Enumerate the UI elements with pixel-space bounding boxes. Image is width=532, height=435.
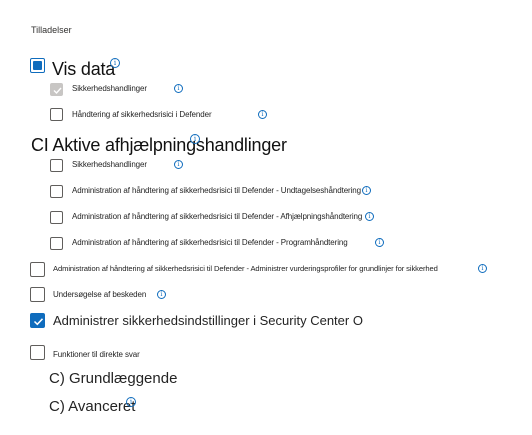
exception-handling-label: Administration af håndtering af sikkerhe… — [72, 186, 361, 195]
investigate-messages-checkbox[interactable] — [30, 287, 45, 302]
manage-security-settings-checkbox[interactable] — [30, 313, 45, 328]
security-actions-remediation-label: Sikkerhedshandlinger — [72, 160, 147, 169]
application-handling-label: Administration af håndtering af sikkerhe… — [72, 238, 348, 247]
investigate-messages-label: Undersøgelse af beskeden — [53, 290, 147, 299]
manage-security-settings-label: Administrer sikkerhedsindstillinger i Se… — [53, 313, 363, 328]
security-actions-view-checkbox[interactable] — [50, 83, 63, 96]
checkmark-icon — [33, 318, 44, 326]
view-data-label: Vis data — [52, 59, 116, 79]
vuln-management-view-label: Håndtering af sikkerhedsrisici i Defende… — [72, 110, 212, 119]
section-title: Tilladelser — [31, 25, 72, 35]
info-icon[interactable]: i — [362, 186, 371, 195]
info-icon[interactable]: i — [110, 58, 120, 68]
info-icon[interactable]: i — [174, 160, 183, 169]
info-icon[interactable]: i — [157, 290, 166, 299]
checkmark-icon — [53, 87, 62, 95]
info-icon[interactable]: i — [258, 110, 267, 119]
exception-handling-checkbox[interactable] — [50, 185, 63, 198]
security-actions-remediation-checkbox[interactable] — [50, 159, 63, 172]
remediation-handling-checkbox[interactable] — [50, 211, 63, 224]
vuln-management-view-checkbox[interactable] — [50, 108, 63, 121]
basic-option[interactable]: C) Grundlæggende — [49, 370, 177, 387]
live-response-label: Funktioner til direkte svar — [53, 350, 140, 359]
security-actions-view-label: Sikkerhedshandlinger — [72, 84, 147, 93]
info-icon[interactable]: i — [190, 134, 200, 144]
info-icon[interactable]: i — [126, 397, 136, 407]
vuln-profiles-label: Administration af håndtering af sikkerhe… — [53, 264, 438, 273]
view-data-checkbox[interactable] — [30, 58, 45, 73]
active-remediation-heading: CI Aktive afhjælpningshandlinger — [31, 135, 287, 155]
info-icon[interactable]: i — [365, 212, 374, 221]
info-icon[interactable]: i — [174, 84, 183, 93]
application-handling-checkbox[interactable] — [50, 237, 63, 250]
info-icon[interactable]: i — [375, 238, 384, 247]
advanced-option[interactable]: C) Avanceret — [49, 398, 135, 415]
info-icon[interactable]: i — [478, 264, 487, 273]
vuln-profiles-checkbox[interactable] — [30, 262, 45, 277]
live-response-checkbox[interactable] — [30, 345, 45, 360]
remediation-handling-label: Administration af håndtering af sikkerhe… — [72, 212, 363, 221]
